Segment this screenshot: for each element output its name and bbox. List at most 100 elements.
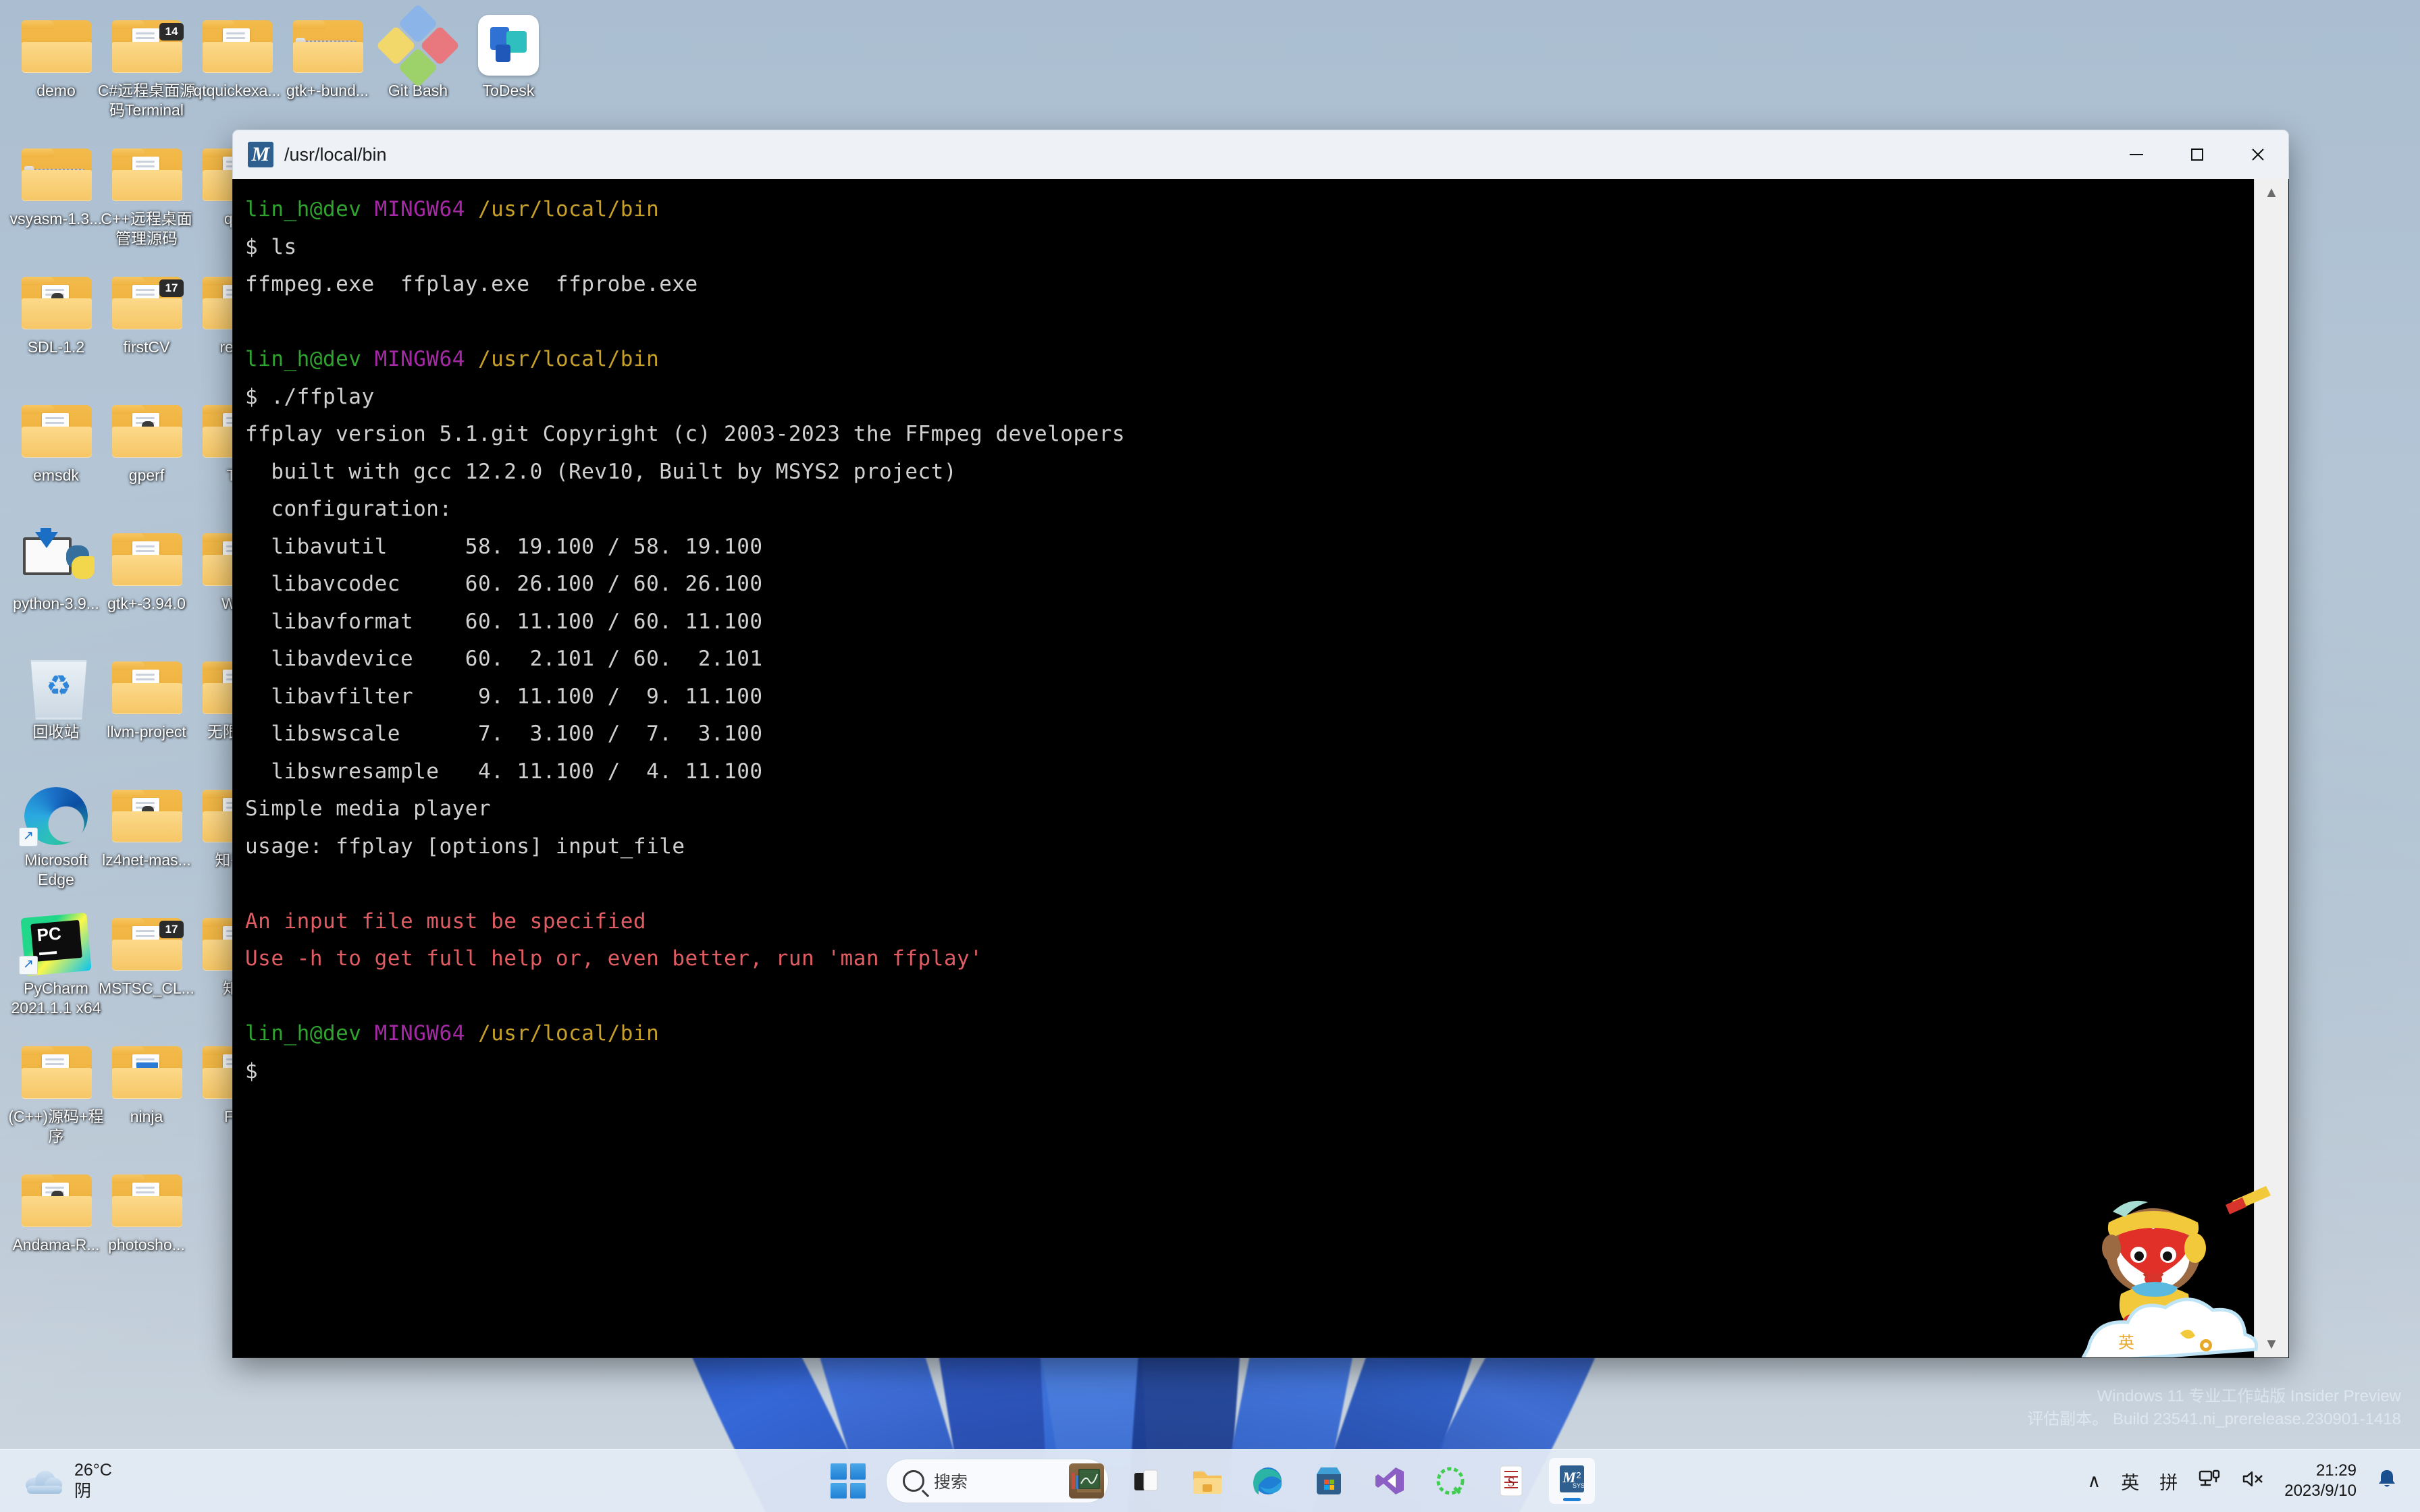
desktop-icon-art: 17 — [96, 907, 197, 977]
desktop-icon-art — [96, 1035, 197, 1106]
folder-icon: 14 — [112, 20, 184, 73]
folder-icon — [293, 20, 363, 73]
widgets-icon[interactable] — [1069, 1463, 1104, 1498]
terminal-error-line: An input file must be specified — [245, 909, 647, 934]
desktop-icon-art — [96, 779, 197, 849]
taskbar[interactable]: 26°C 阴 搜索 S M 2 SYS ∧ 英 拼 21:29 2023/9/1… — [0, 1449, 2420, 1512]
desktop-icon-0[interactable]: demo — [5, 9, 107, 101]
maximize-button[interactable] — [2167, 130, 2228, 179]
desktop-icon-art — [96, 651, 197, 721]
desktop-icon-28[interactable]: ninja — [96, 1035, 197, 1127]
mintty-app-icon: M — [248, 142, 273, 167]
terminal-prompt-line: lin_h@dev MINGW64 /usr/local/bin — [245, 191, 2254, 229]
window-titlebar[interactable]: M /usr/local/bin — [232, 130, 2289, 179]
desktop-icon-art: ↗ — [5, 779, 107, 849]
desktop-icon-label: lz4net-mas... — [102, 851, 191, 869]
task-view-button[interactable] — [1124, 1458, 1169, 1504]
desktop-icon-label: demo — [36, 82, 76, 99]
windows-activation-watermark: Windows 11 专业工作站版 Insider Preview 评估副本。 … — [2027, 1385, 2401, 1431]
start-button[interactable] — [825, 1458, 871, 1504]
terminal-body[interactable]: lin_h@dev MINGW64 /usr/local/bin $ ls ffmp… — [232, 179, 2289, 1358]
active-app-indicator — [1563, 1498, 1581, 1501]
scrollbar-thumb[interactable] — [2257, 209, 2286, 1328]
folder-icon — [112, 533, 182, 586]
desktop-icon-3[interactable]: gtk+-bund... — [277, 9, 378, 101]
desktop-icon-label: Andama-R... — [12, 1236, 100, 1253]
folder-icon — [112, 790, 182, 842]
file-explorer-button[interactable] — [1184, 1458, 1230, 1504]
visual-studio-icon — [1375, 1467, 1404, 1494]
desktop-icon-label: MSTSC_CL... — [99, 979, 194, 997]
desktop-icon-label: (C++)源码+程序 — [8, 1108, 104, 1145]
desktop-icon-label: C++远程桌面管理源码 — [101, 210, 192, 247]
msys2-button[interactable]: M 2 SYS — [1549, 1458, 1595, 1504]
desktop-icon-27[interactable]: (C++)源码+程序 — [5, 1035, 107, 1146]
desktop-icon-31[interactable]: photosho... — [96, 1164, 197, 1255]
taskbar-search-box[interactable]: 搜索 — [886, 1459, 1109, 1503]
terminal-output-line: Simple media player — [245, 796, 492, 821]
desktop-icon-15[interactable]: python-3.9... — [5, 522, 107, 614]
desktop-icon-9[interactable]: SDL-1.2 — [5, 266, 107, 357]
microsoft-store-button[interactable] — [1306, 1458, 1352, 1504]
desktop-icon-art — [5, 522, 107, 593]
folder-icon — [22, 405, 92, 458]
scroll-down-arrow[interactable]: ▼ — [2255, 1330, 2288, 1357]
watermark-line-1: Windows 11 专业工作站版 Insider Preview — [2097, 1387, 2401, 1405]
terminal-output-line: usage: ffplay [options] input_file — [245, 834, 685, 859]
terminal-command-line: $ — [245, 1058, 259, 1083]
desktop-icon-label: Microsoft Edge — [24, 851, 88, 888]
prompt-path: /usr/local/bin — [477, 197, 660, 221]
desktop-icon-10[interactable]: 17 firstCV — [96, 266, 197, 357]
svg-text:S: S — [1507, 1475, 1515, 1490]
desktop-icon-24[interactable]: ↗ PyCharm 2021.1.1 x64 — [5, 907, 107, 1018]
mintty-terminal-window[interactable]: M /usr/local/bin lin_h@dev MINGW64 /usr/… — [232, 130, 2289, 1358]
desktop-icon-22[interactable]: lz4net-mas... — [96, 779, 197, 870]
terminal-output-line: ffmpeg.exe ffplay.exe ffprobe.exe — [245, 272, 698, 296]
git-bash-icon — [375, 3, 461, 89]
prompt-path: /usr/local/bin — [477, 1021, 660, 1046]
terminal-scrollbar[interactable]: ▲ ▼ — [2254, 179, 2288, 1357]
qt-icon — [1436, 1467, 1465, 1495]
desktop-icon-16[interactable]: gtk+-3.94.0 — [96, 522, 197, 614]
desktop-icon-label: SDL-1.2 — [27, 338, 85, 356]
desktop-icon-1[interactable]: 14 C#远程桌面源码Terminal — [96, 9, 197, 120]
terminal-output-line: libavcodec 60. 26.100 / 60. 26.100 — [245, 572, 763, 596]
desktop-icon-art: 17 — [96, 266, 197, 336]
close-button[interactable] — [2228, 130, 2288, 179]
desktop-icon-18[interactable]: 回收站 — [5, 651, 107, 742]
desktop-icon-21[interactable]: ↗ Microsoft Edge — [5, 779, 107, 890]
desktop-icon-12[interactable]: emsdk — [5, 394, 107, 485]
desktop-icon-5[interactable]: ToDesk — [458, 9, 559, 101]
desktop-icon-7[interactable]: C++远程桌面管理源码 — [96, 138, 197, 248]
qt-creator-button[interactable] — [1427, 1458, 1473, 1504]
terminal-output[interactable]: lin_h@dev MINGW64 /usr/local/bin $ ls ffmp… — [233, 179, 2254, 1357]
microsoft-edge-button[interactable] — [1245, 1458, 1291, 1504]
desktop-icon-art — [5, 138, 107, 208]
search-placeholder: 搜索 — [934, 1473, 968, 1492]
desktop-icon-6[interactable]: vsyasm-1.3... — [5, 138, 107, 229]
desktop-icon-art — [96, 1164, 197, 1234]
desktop-icon-19[interactable]: llvm-project — [96, 651, 197, 742]
desktop-icon-4[interactable]: Git Bash — [367, 3, 469, 101]
folder-icon — [112, 1046, 182, 1099]
sublime-text-button[interactable]: S — [1488, 1458, 1534, 1504]
minimize-button[interactable] — [2106, 130, 2167, 179]
desktop-icon-25[interactable]: 17 MSTSC_CL... — [96, 907, 197, 998]
desktop-icon-2[interactable]: qtquickexa... — [186, 9, 288, 101]
terminal-output-line: built with gcc 12.2.0 (Rev10, Built by M… — [245, 459, 957, 484]
desktop-icon-art — [96, 138, 197, 208]
folder-badge: 17 — [159, 921, 184, 938]
desktop-icon-label: python-3.9... — [13, 595, 99, 612]
scroll-up-arrow[interactable]: ▲ — [2255, 179, 2288, 206]
folder-icon — [112, 148, 182, 201]
window-controls — [2106, 130, 2288, 179]
desktop-icon-13[interactable]: gperf — [96, 394, 197, 485]
visual-studio-button[interactable] — [1367, 1458, 1413, 1504]
terminal-output-line: libavformat 60. 11.100 / 60. 11.100 — [245, 609, 763, 634]
desktop-icon-30[interactable]: Andama-R... — [5, 1164, 107, 1255]
prompt-user: lin_h@dev — [245, 347, 362, 371]
folder-icon — [203, 20, 273, 73]
desktop-icon-label: PyCharm 2021.1.1 x64 — [11, 979, 101, 1017]
